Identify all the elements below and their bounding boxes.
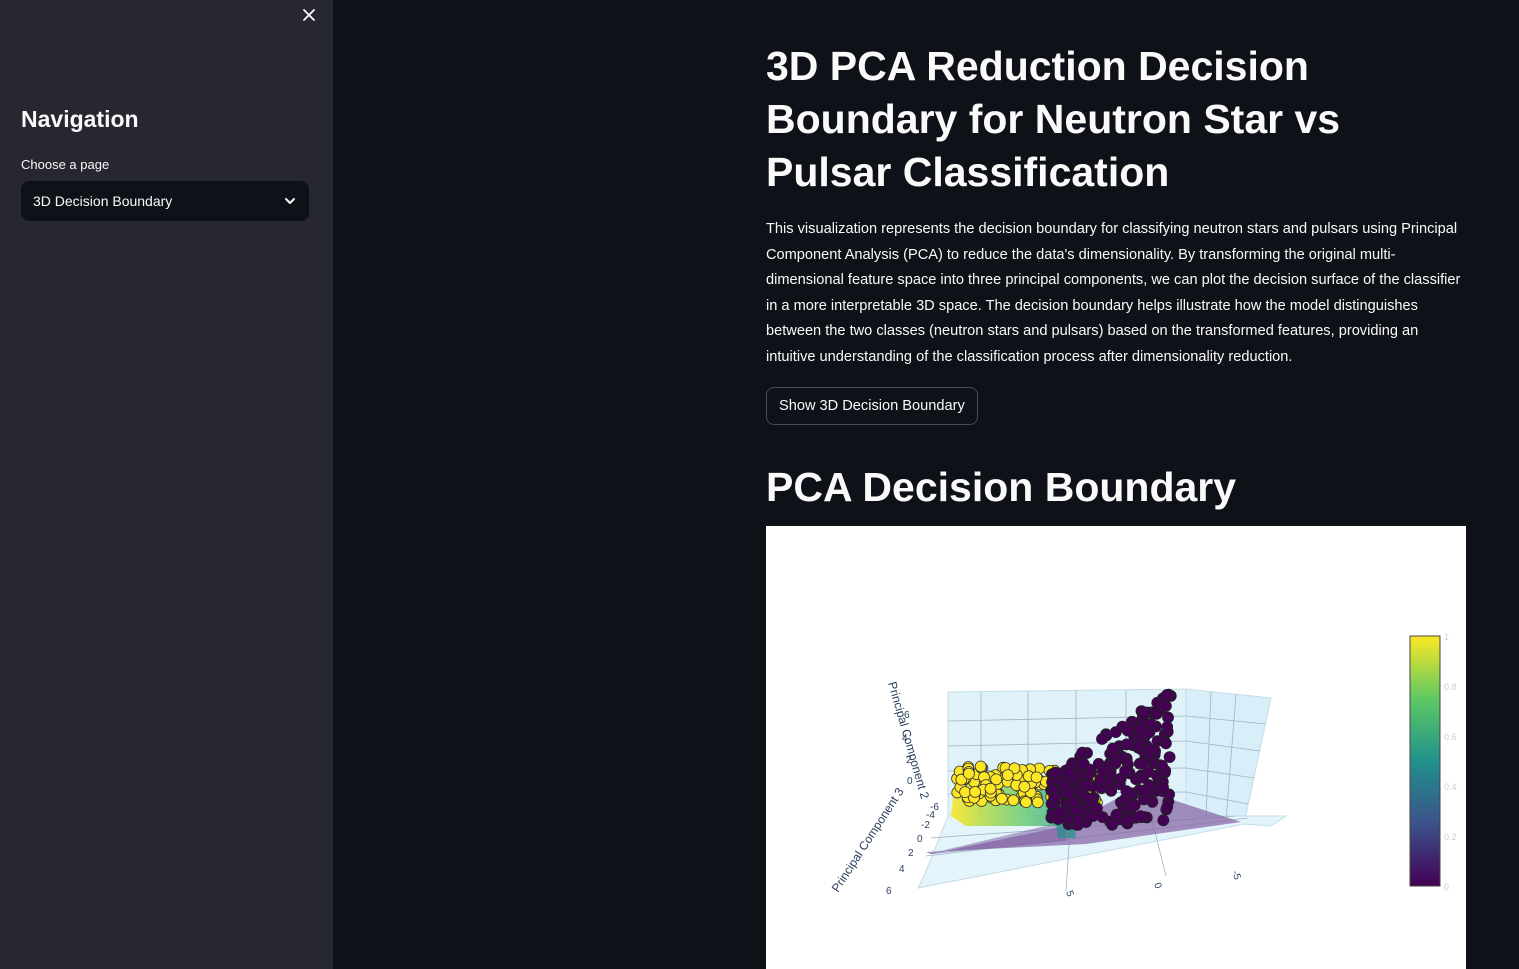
front-tick-label: -5: [1229, 869, 1243, 882]
vertical-tick-label: 6: [904, 710, 910, 721]
section-title: PCA Decision Boundary: [766, 463, 1237, 510]
scatter-point-class-0: [1096, 765, 1109, 778]
scatter-point-class-0: [1128, 799, 1141, 812]
navigation-title: Navigation: [21, 106, 139, 132]
scatter-point-class-0: [1157, 781, 1169, 794]
scatter-point-class-0: [1081, 780, 1094, 792]
close-icon: [303, 9, 315, 21]
depth-tick-label: 2: [908, 848, 914, 859]
scatter-point-class-0: [1136, 757, 1149, 770]
scatter-point-class-0: [1137, 771, 1150, 784]
scatter-point-class-1: [1031, 796, 1044, 809]
scatter-point-class-0: [1156, 759, 1169, 772]
scatter-point-class-0: [1096, 733, 1108, 745]
scatter-point-class-0: [1145, 717, 1158, 730]
scatter-point-class-0: [1062, 766, 1075, 779]
front-tick-label: 0: [1151, 881, 1163, 890]
scatter-point-class-1: [974, 760, 987, 773]
vertical-tick-label: 0: [907, 776, 913, 787]
scatter-point-class-0: [1159, 737, 1172, 750]
scatter-point-class-0: [1161, 800, 1174, 813]
scatter-point-class-0: [1076, 746, 1089, 759]
scatter-point-class-1: [1007, 794, 1020, 807]
close-sidebar-button[interactable]: [298, 4, 320, 26]
colorbar-tick-label: 1: [1444, 632, 1449, 642]
scatter-point-class-0: [1157, 814, 1170, 827]
vertical-tick-label: 2: [906, 755, 912, 766]
scatter-point-class-0: [1134, 810, 1147, 823]
sidebar: Navigation Choose a page 3D Decision Bou…: [0, 0, 333, 969]
front-tick-label: 5: [1063, 889, 1075, 898]
scatter-point-class-0: [1106, 742, 1119, 755]
scatter-point-class-0: [1049, 766, 1062, 779]
colorbar-tick-label: 0.2: [1444, 832, 1457, 842]
scatter-point-class-0: [1120, 785, 1133, 798]
colorbar: [1409, 635, 1441, 887]
scatter-point-class-1: [984, 782, 997, 795]
scatter-point-class-0: [1077, 757, 1090, 770]
depth-tick-label: -2: [921, 820, 930, 831]
scatter-point-class-0: [1132, 739, 1145, 752]
scatter-point-class-0: [1071, 813, 1084, 826]
scatter-point-class-0: [1138, 707, 1151, 720]
choose-page-label: Choose a page: [21, 157, 110, 172]
vertical-tick-label: 4: [902, 733, 908, 744]
page-title: 3D PCA Reduction Decision Boundary for N…: [766, 43, 1341, 195]
scatter-point-class-1: [959, 786, 972, 799]
plot-right-wall: [1185, 688, 1272, 825]
scatter-point-class-0: [1121, 724, 1134, 737]
show-3d-boundary-button[interactable]: Show 3D Decision Boundary: [766, 386, 978, 425]
colorbar-tick-label: 0.8: [1444, 682, 1457, 692]
scatter-point-class-0: [1080, 791, 1093, 804]
scatter-point-class-0: [1062, 787, 1075, 800]
scatter-point-class-0: [1150, 707, 1163, 720]
scatter-point-class-0: [1159, 700, 1172, 712]
scatter-point-class-0: [1161, 720, 1174, 733]
scatter-point-class-1: [1030, 771, 1043, 784]
scatter-point-class-1: [962, 767, 975, 780]
main-content: 3D PCA Reduction Decision Boundary for N…: [766, 40, 1466, 511]
scatter-point-class-0: [1160, 689, 1173, 701]
page-description: This visualization represents the decisi…: [766, 221, 1461, 365]
scatter-point-class-0: [1137, 785, 1149, 797]
depth-tick-label: 4: [899, 864, 905, 875]
chevron-down-icon: [285, 198, 295, 204]
depth-tick-label: 6: [886, 886, 892, 897]
axis-label-pc3: Principal Component 3: [829, 785, 907, 895]
scatter-point-class-0: [1053, 806, 1066, 819]
scatter-point-class-1: [1018, 780, 1031, 793]
scatter-point-class-0: [1106, 818, 1119, 831]
scatter-point-class-0: [1119, 764, 1132, 777]
colorbar-tick-label: 0.4: [1444, 782, 1457, 792]
scatter-point-class-0: [1134, 723, 1147, 736]
scatter-point-class-1: [995, 792, 1008, 805]
scatter-point-class-1: [1020, 796, 1032, 809]
scatter-point-class-1: [1001, 769, 1014, 782]
scatter-point-class-0: [1110, 808, 1123, 821]
scatter-point-class-1: [969, 785, 982, 798]
page-select-value: 3D Decision Boundary: [33, 193, 173, 209]
scatter-point-class-0: [1120, 738, 1133, 751]
page-select[interactable]: 3D Decision Boundary: [21, 181, 309, 221]
depth-tick-label: 0: [917, 834, 923, 845]
scatter-point-class-0: [1048, 791, 1061, 804]
colorbar-tick-label: 0: [1444, 882, 1449, 892]
pca-3d-plot[interactable]: Principal Component 2 Principal Componen…: [766, 526, 1466, 969]
plot-svg: Principal Component 2 Principal Componen…: [829, 632, 1457, 899]
colorbar-tick-label: 0.6: [1444, 732, 1457, 742]
colorbar-ticks: 1 0.8 0.6 0.4 0.2 0: [1444, 632, 1457, 892]
scatter-point-class-0: [1163, 751, 1176, 764]
